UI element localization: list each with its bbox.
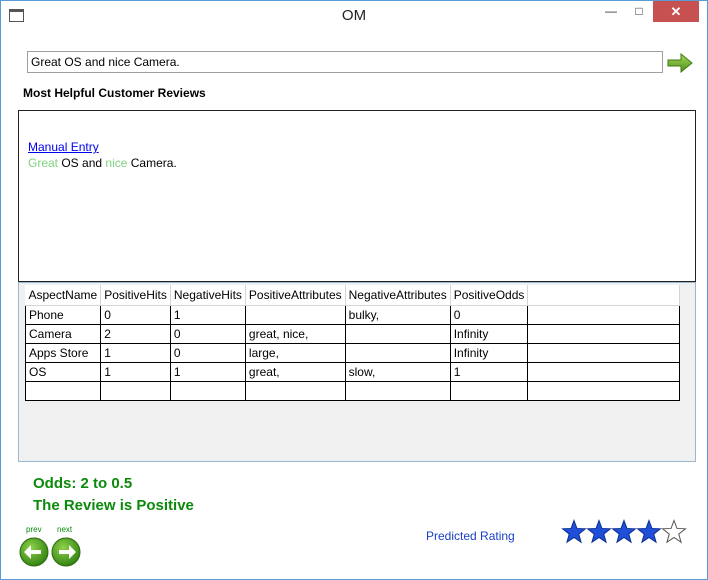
- table-cell[interactable]: 0: [169, 343, 246, 363]
- verdict-text: The Review is Positive: [33, 497, 194, 514]
- review-panel: Manual Entry Great OS and nice Camera.: [18, 110, 696, 282]
- star-filled-icon: [611, 519, 637, 544]
- aspect-table[interactable]: AspectName PositiveHits NegativeHits Pos…: [24, 285, 681, 401]
- table-cell[interactable]: [100, 381, 171, 401]
- table-cell[interactable]: 1: [100, 343, 171, 363]
- table-cell[interactable]: [24, 381, 102, 401]
- table-cell-filler: [527, 381, 681, 401]
- star-empty-icon: [661, 519, 687, 544]
- prev-label: prev: [26, 525, 42, 534]
- star-filled-icon: [586, 519, 612, 544]
- predicted-rating-label: Predicted Rating: [426, 529, 515, 543]
- next-arrow-icon[interactable]: [51, 537, 81, 567]
- table-cell[interactable]: Infinity: [449, 343, 529, 363]
- column-header-aspect-name[interactable]: AspectName: [25, 285, 102, 306]
- review-input[interactable]: [27, 51, 663, 73]
- table-cell[interactable]: [449, 381, 529, 401]
- odds-text: Odds: 2 to 0.5: [33, 475, 133, 492]
- table-cell[interactable]: slow,: [344, 362, 451, 382]
- table-cell[interactable]: Infinity: [449, 324, 529, 344]
- column-header-positive-attributes[interactable]: PositiveAttributes: [245, 285, 346, 306]
- review-segment: OS and: [58, 156, 106, 170]
- go-arrow-icon[interactable]: [667, 53, 693, 73]
- prev-arrow-icon[interactable]: [19, 537, 49, 567]
- column-header-negative-attributes[interactable]: NegativeAttributes: [345, 285, 451, 306]
- app-window: OM — □ ✕ Most Helpful Customer Reviews M…: [0, 0, 708, 580]
- close-button[interactable]: ✕: [653, 1, 699, 22]
- table-row-new[interactable]: [24, 381, 681, 401]
- table-cell[interactable]: bulky,: [344, 305, 451, 325]
- star-filled-icon: [561, 519, 587, 544]
- table-row[interactable]: OS 1 1 great, slow, 1: [24, 362, 681, 382]
- section-title: Most Helpful Customer Reviews: [23, 86, 206, 100]
- star-filled-icon: [636, 519, 662, 544]
- table-cell[interactable]: 0: [449, 305, 529, 325]
- star-rating: [561, 519, 687, 544]
- table-header-row: AspectName PositiveHits NegativeHits Pos…: [25, 285, 681, 306]
- table-row[interactable]: Phone 0 1 bulky, 0: [24, 305, 681, 325]
- review-text: Great OS and nice Camera.: [28, 156, 177, 170]
- review-word-positive: nice: [105, 156, 128, 170]
- main-content: Most Helpful Customer Reviews Manual Ent…: [1, 31, 707, 579]
- table-cell-filler: [527, 343, 681, 363]
- table-cell[interactable]: large,: [244, 343, 346, 363]
- next-label: next: [57, 525, 73, 534]
- table-cell[interactable]: [344, 343, 451, 363]
- manual-entry-link[interactable]: Manual Entry: [28, 140, 99, 154]
- column-header-negative-hits[interactable]: NegativeHits: [170, 285, 246, 306]
- table-row[interactable]: Camera 2 0 great, nice, Infinity: [24, 324, 681, 344]
- table-cell-filler: [527, 305, 681, 325]
- table-cell[interactable]: 0: [100, 305, 171, 325]
- table-cell[interactable]: OS: [24, 362, 102, 382]
- table-cell[interactable]: 1: [169, 305, 246, 325]
- table-cell[interactable]: Phone: [24, 305, 102, 325]
- table-cell[interactable]: [169, 381, 246, 401]
- table-cell-filler: [527, 324, 681, 344]
- table-cell[interactable]: [344, 381, 451, 401]
- table-cell[interactable]: Camera: [24, 324, 102, 344]
- table-cell[interactable]: [344, 324, 451, 344]
- table-cell[interactable]: 2: [100, 324, 171, 344]
- table-cell[interactable]: [244, 381, 346, 401]
- table-cell[interactable]: 1: [169, 362, 246, 382]
- table-cell[interactable]: 1: [449, 362, 529, 382]
- title-bar: OM — □ ✕: [1, 1, 707, 31]
- maximize-button[interactable]: □: [625, 1, 653, 22]
- table-cell[interactable]: great, nice,: [244, 324, 346, 344]
- review-segment: Camera.: [127, 156, 177, 170]
- aspect-grid-panel: AspectName PositiveHits NegativeHits Pos…: [18, 282, 696, 462]
- minimize-button[interactable]: —: [597, 1, 625, 22]
- column-header-positive-hits[interactable]: PositiveHits: [100, 285, 171, 306]
- table-cell[interactable]: 1: [100, 362, 171, 382]
- table-cell[interactable]: 0: [169, 324, 246, 344]
- column-header-filler: [527, 285, 681, 306]
- table-cell[interactable]: great,: [244, 362, 346, 382]
- column-header-positive-odds[interactable]: PositiveOdds: [450, 285, 529, 306]
- review-word-positive: Great: [28, 156, 59, 170]
- table-cell[interactable]: Apps Store: [24, 343, 102, 363]
- table-row[interactable]: Apps Store 1 0 large, Infinity: [24, 343, 681, 363]
- table-cell-filler: [527, 362, 681, 382]
- table-cell[interactable]: [244, 305, 346, 325]
